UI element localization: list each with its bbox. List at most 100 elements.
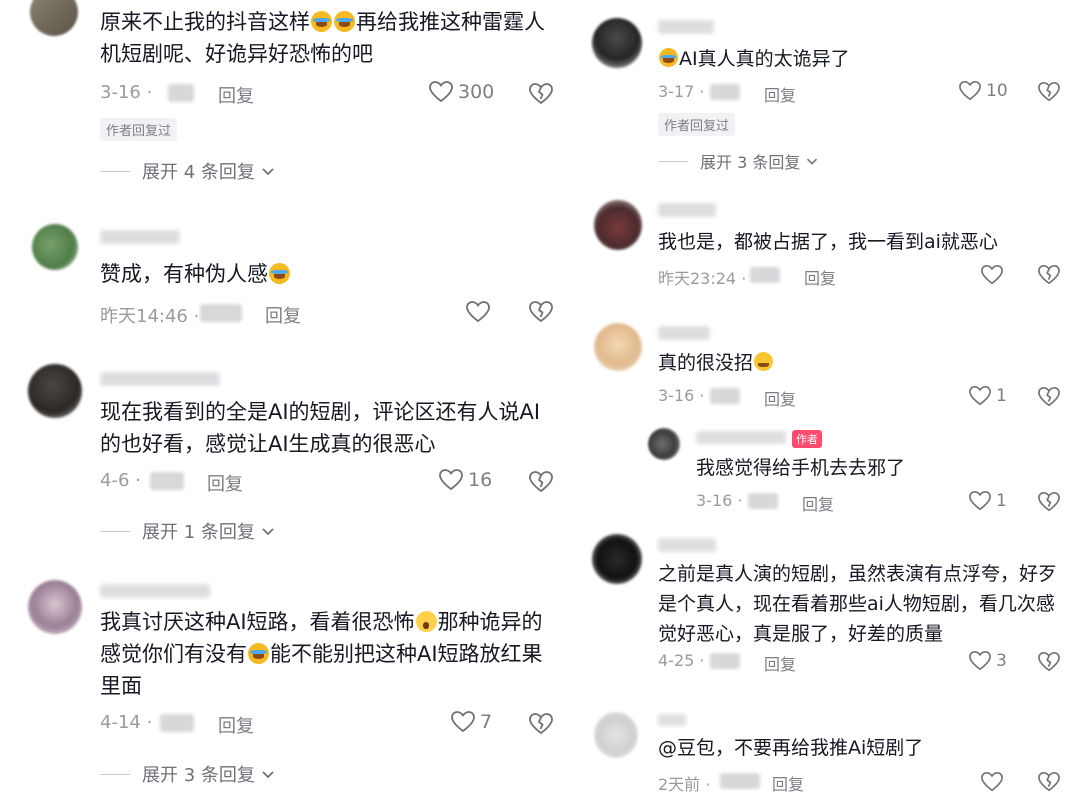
avatar[interactable] <box>28 364 82 418</box>
reply-button[interactable]: 回复 <box>207 470 243 496</box>
divider-line <box>100 773 130 775</box>
reply-button[interactable]: 回复 <box>218 82 254 108</box>
comment-text: 我感觉得给手机去去邪了 <box>696 457 906 479</box>
comment-date: 4-25 · <box>658 651 705 670</box>
screaming-emoji <box>415 610 437 632</box>
like-count: 7 <box>480 711 493 733</box>
location-blur <box>710 84 740 100</box>
reply-button[interactable]: 回复 <box>772 771 804 795</box>
username-blur <box>658 538 716 552</box>
like-button[interactable]: 1 <box>968 385 1007 407</box>
dislike-icon[interactable] <box>1037 491 1061 513</box>
right-comment-panel: AI真人真的太诡异了 3-17 · 回复 10 作者回复过 展开 3 条回复 我… <box>580 0 1080 807</box>
like-button[interactable]: 3 <box>968 650 1007 672</box>
crying-laugh-emoji <box>311 10 332 32</box>
crying-laugh-emoji <box>269 262 290 284</box>
comment-text: 我真讨厌这种AI短路，看着很恐怖 那种诡异的感觉你们有没有 能不能别把这种AI短路放… <box>100 610 543 698</box>
reply-button[interactable]: 回复 <box>804 265 836 289</box>
heart-icon <box>959 81 981 101</box>
left-comment-panel: 原来不止我的抖音这样 再给我推这种雷霆人机短剧呢、好诡异好恐怖的吧 3-16 · … <box>0 0 560 807</box>
avatar[interactable] <box>648 428 680 460</box>
heart-icon <box>969 651 991 671</box>
comment-date: 昨天23:24 · <box>658 269 747 288</box>
dislike-icon[interactable] <box>1037 771 1061 793</box>
avatar[interactable] <box>594 323 642 371</box>
heart-icon[interactable] <box>980 264 1004 286</box>
expand-replies-button[interactable]: 展开 3 条回复 <box>658 149 820 173</box>
dislike-icon[interactable] <box>528 470 554 494</box>
like-count: 10 <box>986 81 1008 101</box>
location-blur <box>200 304 242 322</box>
comment-text: 之前是真人演的短剧，虽然表演有点浮夸，好歹是个真人，现在看着那些ai人物短剧，看… <box>658 563 1058 645</box>
heart-icon <box>439 469 463 491</box>
like-count: 300 <box>458 81 495 103</box>
heart-icon <box>451 711 475 733</box>
dislike-icon[interactable] <box>528 712 554 736</box>
dislike-icon[interactable] <box>1037 264 1061 286</box>
chevron-down-icon <box>262 528 274 536</box>
like-button[interactable]: 16 <box>438 468 492 492</box>
comment-date: 3-16 · <box>658 386 705 405</box>
avatar[interactable] <box>28 580 82 634</box>
comment-text: 真的很没招 <box>658 348 1058 378</box>
heart-icon[interactable] <box>980 771 1004 793</box>
expand-replies-button[interactable]: 展开 3 条回复 <box>100 761 277 787</box>
expand-replies-button[interactable]: 展开 1 条回复 <box>100 518 277 544</box>
like-button[interactable]: 300 <box>428 80 494 104</box>
location-blur <box>710 388 740 404</box>
like-button[interactable]: 10 <box>958 80 1008 102</box>
reply-button[interactable]: 回复 <box>764 82 796 106</box>
heart-icon <box>969 386 991 406</box>
location-blur <box>750 267 780 283</box>
like-button[interactable]: 1 <box>968 490 1007 512</box>
avatar[interactable] <box>592 18 642 68</box>
username-blur <box>658 326 710 340</box>
divider-line <box>100 170 130 172</box>
heart-icon <box>429 81 453 103</box>
username-blur <box>658 714 686 726</box>
dislike-icon[interactable] <box>1037 651 1061 673</box>
comment-text: 原来不止我的抖音这样 再给我推这种雷霆人机短剧呢、好诡异好恐怖的吧 <box>100 10 545 66</box>
avatar[interactable] <box>594 200 642 250</box>
comment-date: 3-16 · <box>100 82 153 103</box>
heart-icon[interactable] <box>465 300 491 324</box>
avatar[interactable] <box>594 712 638 758</box>
comment-text: @豆包，不要再给我推Ai短剧了 <box>658 737 924 759</box>
comment-text: 现在我看到的全是AI的短剧，评论区还有人说AI的也好看，感觉让AI生成真的很恶心 <box>100 400 541 456</box>
comment-text: 我也是，都被占据了，我一看到ai就恶心 <box>658 231 998 253</box>
chevron-down-icon <box>262 168 274 176</box>
avatar[interactable] <box>30 0 78 36</box>
like-count: 1 <box>996 386 1007 406</box>
dislike-icon[interactable] <box>528 82 554 106</box>
comment-date: 3-16 · <box>696 491 743 510</box>
comment-date: 2天前 · <box>658 775 711 794</box>
like-button[interactable]: 7 <box>450 710 492 734</box>
comment-date: 昨天14:46 · <box>100 306 200 327</box>
chevron-down-icon <box>807 158 818 165</box>
dislike-icon[interactable] <box>1037 386 1061 408</box>
author-badge: 作者 <box>792 430 822 448</box>
avatar[interactable] <box>592 534 642 584</box>
dislike-icon[interactable] <box>1037 81 1061 103</box>
username-blur <box>696 431 786 444</box>
smile-emoji <box>754 352 774 372</box>
reply-button[interactable]: 回复 <box>764 651 796 675</box>
comment-text: AI真人真的太诡异了 <box>658 44 1058 74</box>
avatar[interactable] <box>32 224 78 270</box>
expand-replies-button[interactable]: 展开 4 条回复 <box>100 158 277 184</box>
username-blur <box>100 372 220 386</box>
dislike-icon[interactable] <box>528 300 554 324</box>
author-replied-tag: 作者回复过 <box>658 113 736 136</box>
reply-button[interactable]: 回复 <box>764 386 796 410</box>
reply-button[interactable]: 回复 <box>218 712 254 738</box>
crying-laugh-emoji <box>334 10 355 32</box>
reply-button[interactable]: 回复 <box>802 491 834 515</box>
reply-button[interactable]: 回复 <box>265 302 301 328</box>
location-blur <box>710 653 740 669</box>
username-blur <box>100 584 210 598</box>
crying-emoji <box>248 642 269 664</box>
location-blur <box>168 84 194 102</box>
comment-text: 赞成，有种伪人感 <box>100 258 550 290</box>
author-replied-tag: 作者回复过 <box>100 118 178 141</box>
username-blur <box>100 230 180 244</box>
